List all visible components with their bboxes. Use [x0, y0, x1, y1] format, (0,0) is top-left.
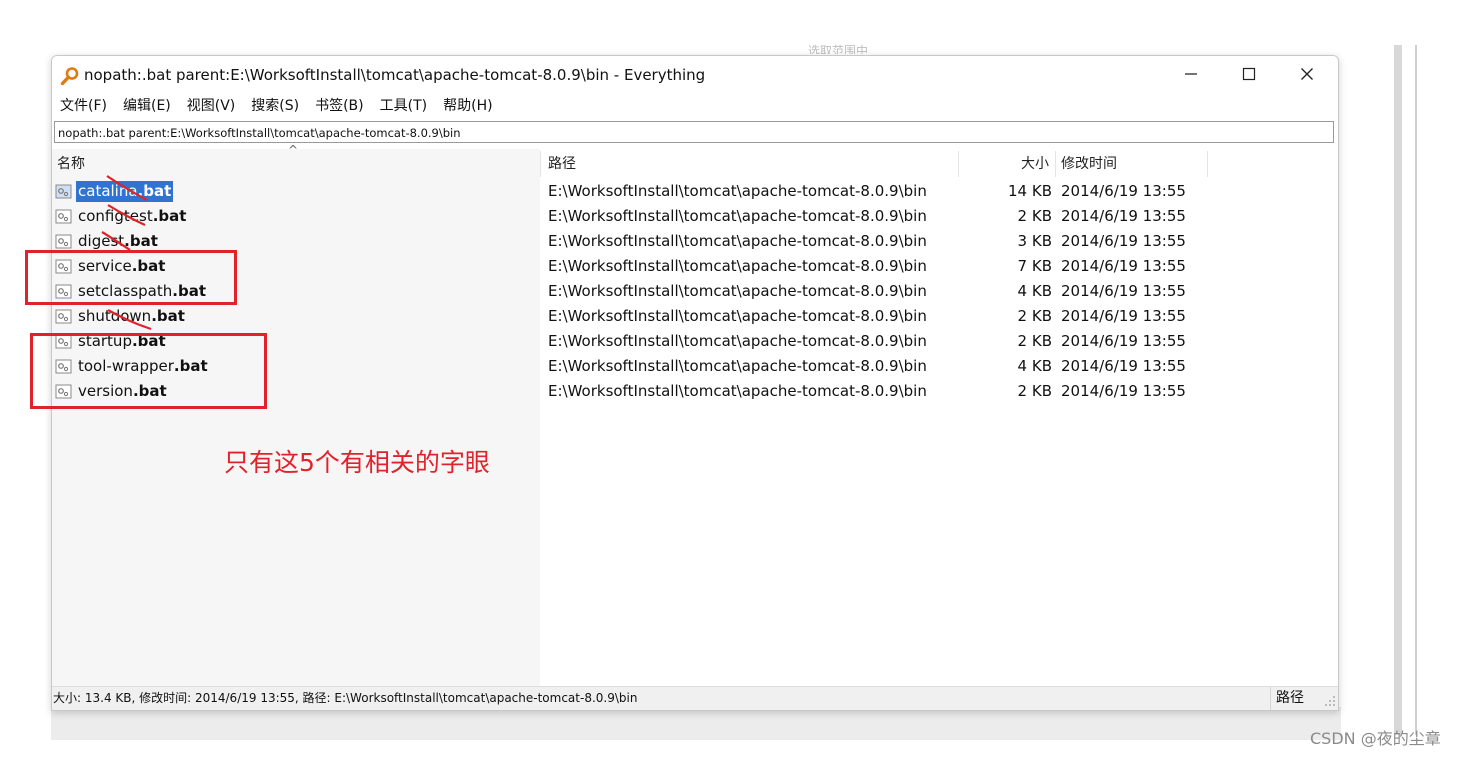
batch-file-icon	[55, 234, 72, 249]
file-size: 2 KB	[1017, 382, 1052, 400]
file-row[interactable]: shutdown.bat E:\WorksoftInstall\tomcat\ap…	[52, 305, 1338, 330]
file-size: 14 KB	[1008, 182, 1052, 200]
file-modified: 2014/6/19 13:55	[1061, 257, 1186, 275]
maximize-icon	[1242, 67, 1256, 81]
watermark: CSDN @夜的尘章	[1310, 729, 1441, 748]
resize-grip-icon[interactable]	[1324, 695, 1336, 707]
annotation-box-startup-group	[30, 333, 267, 409]
file-path: E:\WorksoftInstall\tomcat\apache-tomcat-…	[548, 332, 927, 350]
column-header-modified[interactable]: 修改时间	[1061, 149, 1117, 179]
column-divider[interactable]	[1207, 151, 1208, 177]
file-size: 4 KB	[1017, 282, 1052, 300]
file-path: E:\WorksoftInstall\tomcat\apache-tomcat-…	[548, 382, 927, 400]
window-title: nopath:.bat parent:E:\WorksoftInstall\to…	[84, 66, 706, 84]
column-divider[interactable]	[540, 151, 541, 177]
column-header-path[interactable]: 路径	[548, 149, 576, 179]
background-ghost-text: 选取范围中	[808, 44, 869, 54]
magnifier-app-icon	[60, 67, 79, 86]
column-header-row: 名称 ^ 路径 大小 修改时间	[52, 143, 1338, 179]
file-path: E:\WorksoftInstall\tomcat\apache-tomcat-…	[548, 182, 927, 200]
file-modified: 2014/6/19 13:55	[1061, 182, 1186, 200]
background-strip	[51, 707, 1341, 740]
file-size: 2 KB	[1017, 332, 1052, 350]
file-name-stem: shutdown	[78, 307, 152, 325]
menu-help[interactable]: 帮助(H)	[441, 95, 500, 117]
column-divider[interactable]	[1055, 151, 1056, 177]
file-name-stem: catalina	[78, 182, 138, 200]
file-path: E:\WorksoftInstall\tomcat\apache-tomcat-…	[548, 282, 927, 300]
menu-tools[interactable]: 工具(T)	[378, 95, 435, 117]
search-box	[54, 121, 1334, 143]
menu-bookmarks[interactable]: 书签(B)	[313, 95, 372, 117]
batch-file-icon	[55, 309, 72, 324]
file-row[interactable]: configtest.bat E:\WorksoftInstall\tomcat\…	[52, 205, 1338, 230]
file-row[interactable]: catalina.bat E:\WorksoftInstall\tomcat\ap…	[52, 180, 1338, 205]
status-path-label: 路径	[1276, 690, 1304, 706]
background-scrollbar	[1394, 45, 1402, 735]
file-modified: 2014/6/19 13:55	[1061, 282, 1186, 300]
annotation-note: 只有这5个有相关的字眼	[224, 448, 490, 477]
screenshot-stage: 选取范围中 nopath:.bat parent:E:\WorksoftInst…	[0, 0, 1462, 757]
file-modified: 2014/6/19 13:55	[1061, 232, 1186, 250]
file-name-extension: .bat	[151, 307, 185, 325]
column-header-size[interactable]: 大小	[959, 149, 1049, 179]
minimize-icon	[1185, 73, 1197, 75]
file-size: 2 KB	[1017, 207, 1052, 225]
file-name-extension: .bat	[137, 182, 172, 200]
file-modified: 2014/6/19 13:55	[1061, 382, 1186, 400]
annotation-box-service-group	[25, 250, 237, 305]
file-size: 3 KB	[1017, 232, 1052, 250]
file-row[interactable]: service.bat E:\WorksoftInstall\tomcat\apa…	[52, 255, 1338, 280]
file-row[interactable]: setclasspath.bat E:\WorksoftInstall\tomca…	[52, 280, 1338, 305]
column-header-name[interactable]: 名称	[57, 149, 85, 179]
background-panel	[1338, 45, 1394, 695]
file-modified: 2014/6/19 13:55	[1061, 307, 1186, 325]
menu-file[interactable]: 文件(F)	[58, 95, 115, 117]
sort-ascending-icon: ^	[288, 143, 299, 157]
batch-file-icon	[55, 184, 72, 199]
close-icon	[1301, 68, 1313, 80]
file-size: 7 KB	[1017, 257, 1052, 275]
status-info: 大小: 13.4 KB, 修改时间: 2014/6/19 13:55, 路径: …	[53, 691, 638, 705]
file-path: E:\WorksoftInstall\tomcat\apache-tomcat-…	[548, 357, 927, 375]
file-modified: 2014/6/19 13:55	[1061, 357, 1186, 375]
file-size: 2 KB	[1017, 307, 1052, 325]
menu-edit[interactable]: 编辑(E)	[121, 95, 179, 117]
file-path: E:\WorksoftInstall\tomcat\apache-tomcat-…	[548, 232, 927, 250]
menu-search[interactable]: 搜索(S)	[249, 95, 307, 117]
menu-bar: 文件(F) 编辑(E) 视图(V) 搜索(S) 书签(B) 工具(T) 帮助(H…	[52, 94, 1338, 118]
status-divider	[1270, 687, 1271, 710]
file-name: catalina.bat	[76, 181, 174, 202]
file-name: shutdown.bat	[76, 306, 187, 327]
file-name-stem: digest	[78, 232, 125, 250]
file-name: digest.bat	[76, 231, 160, 252]
status-bar: 大小: 13.4 KB, 修改时间: 2014/6/19 13:55, 路径: …	[52, 686, 1338, 710]
close-button[interactable]	[1278, 56, 1336, 92]
file-path: E:\WorksoftInstall\tomcat\apache-tomcat-…	[548, 307, 927, 325]
file-name-extension: .bat	[124, 232, 158, 250]
file-name-extension: .bat	[152, 207, 187, 225]
file-name-stem: configtest	[78, 207, 153, 225]
background-divider	[1415, 45, 1417, 735]
file-name: configtest.bat	[76, 206, 188, 227]
title-bar[interactable]: nopath:.bat parent:E:\WorksoftInstall\to…	[52, 56, 1338, 94]
file-modified: 2014/6/19 13:55	[1061, 207, 1186, 225]
file-path: E:\WorksoftInstall\tomcat\apache-tomcat-…	[548, 207, 927, 225]
results-list[interactable]: 名称 ^ 路径 大小 修改时间 catalina.bat E:\WorksoftI…	[52, 143, 1338, 686]
batch-file-icon	[55, 209, 72, 224]
search-input[interactable]	[55, 123, 1333, 143]
file-path: E:\WorksoftInstall\tomcat\apache-tomcat-…	[548, 257, 927, 275]
maximize-button[interactable]	[1220, 56, 1278, 92]
file-size: 4 KB	[1017, 357, 1052, 375]
file-modified: 2014/6/19 13:55	[1061, 332, 1186, 350]
menu-view[interactable]: 视图(V)	[185, 95, 244, 117]
minimize-button[interactable]	[1162, 56, 1220, 92]
file-row[interactable]: digest.bat E:\WorksoftInstall\tomcat\apac…	[52, 230, 1338, 255]
